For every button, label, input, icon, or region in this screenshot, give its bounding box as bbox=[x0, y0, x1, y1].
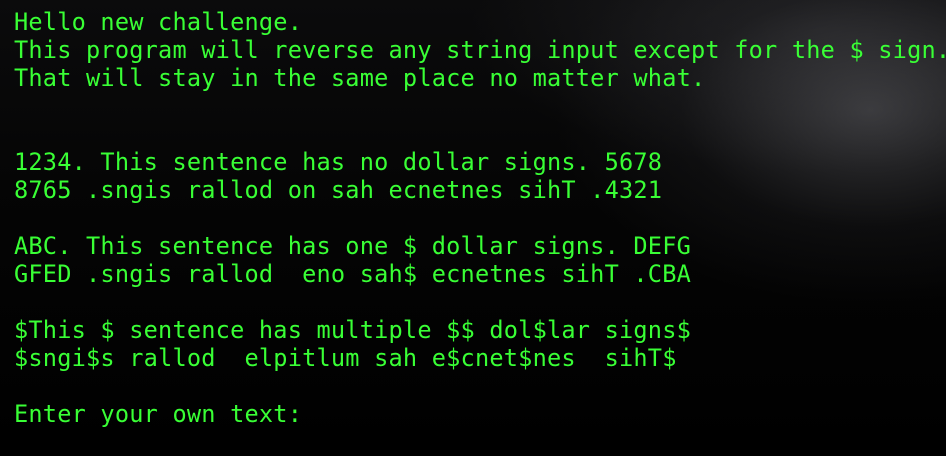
output-line-example-1-input: 1234. This sentence has no dollar signs.… bbox=[14, 148, 663, 176]
output-line-example-1-output: 8765 .sngis rallod on sah ecnetnes sihT … bbox=[14, 176, 663, 204]
output-line-description-2: That will stay in the same place no matt… bbox=[14, 64, 706, 92]
output-line-example-3-input: $This $ sentence has multiple $$ dol$lar… bbox=[14, 316, 692, 344]
output-line-example-3-output: $sngi$s rallod elpitlum sah e$cnet$nes s… bbox=[14, 344, 677, 372]
input-prompt[interactable]: Enter your own text: bbox=[14, 400, 946, 428]
output-line-example-2-input: ABC. This sentence has one $ dollar sign… bbox=[14, 232, 692, 260]
output-line-example-2-output: GFED .sngis rallod eno sah$ ecnetnes sih… bbox=[14, 260, 692, 288]
terminal-window[interactable]: Hello new challenge. This program will r… bbox=[0, 0, 946, 456]
output-line-description: This program will reverse any string inp… bbox=[14, 36, 946, 64]
output-line-intro: Hello new challenge. bbox=[14, 8, 303, 36]
